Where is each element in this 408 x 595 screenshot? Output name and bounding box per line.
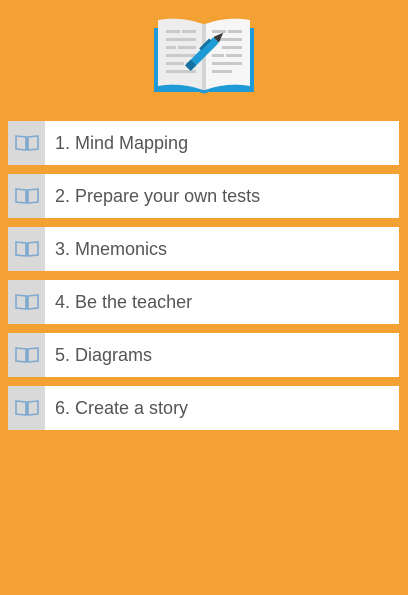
menu-item-mind-mapping[interactable]: 1. Mind Mapping xyxy=(8,121,399,165)
menu-item-prepare-tests[interactable]: 2. Prepare your own tests xyxy=(8,174,399,218)
menu-item-label: 6. Create a story xyxy=(55,397,189,418)
menu-item-create-story[interactable]: 6. Create a story xyxy=(8,386,399,430)
menu-item-mnemonics[interactable]: 3. Mnemonics xyxy=(8,227,399,271)
book-icon xyxy=(8,121,45,165)
menu-item-label: 3. Mnemonics xyxy=(55,238,168,259)
menu-item-label: 2. Prepare your own tests xyxy=(55,185,261,206)
menu-item-label: 1. Mind Mapping xyxy=(55,132,189,153)
menu-item-be-the-teacher[interactable]: 4. Be the teacher xyxy=(8,280,399,324)
menu-item-label: 5. Diagrams xyxy=(55,344,153,365)
book-icon xyxy=(8,333,45,377)
book-icon xyxy=(8,174,45,218)
menu-list: 1. Mind Mapping 2. Prepare your own test… xyxy=(8,121,399,439)
book-icon xyxy=(8,227,45,271)
book-icon xyxy=(8,280,45,324)
open-book-pen-icon xyxy=(152,14,256,96)
menu-item-diagrams[interactable]: 5. Diagrams xyxy=(8,333,399,377)
menu-item-label: 4. Be the teacher xyxy=(55,291,193,312)
book-icon xyxy=(8,386,45,430)
